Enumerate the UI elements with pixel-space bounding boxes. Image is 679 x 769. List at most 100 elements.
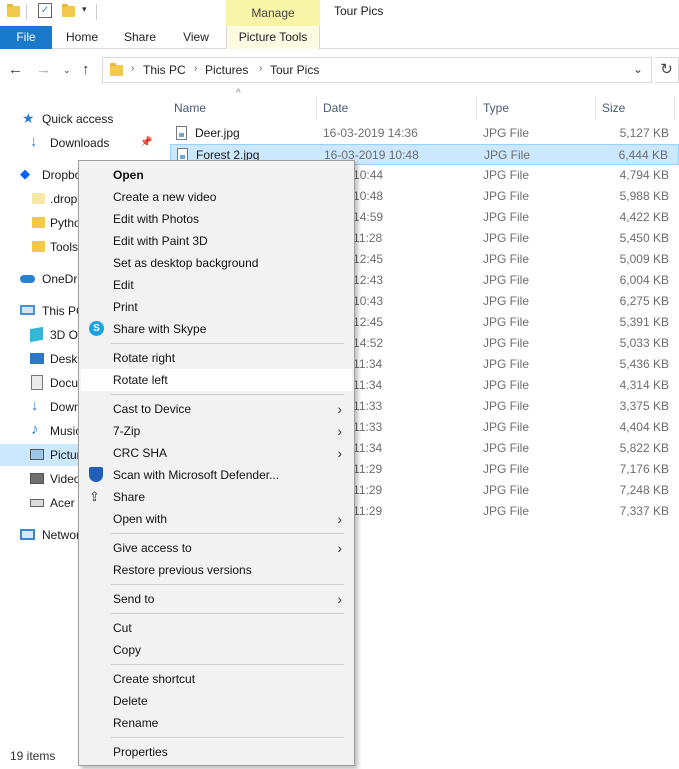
- properties-checkmark-icon[interactable]: ✓: [38, 3, 52, 18]
- tab-home[interactable]: Home: [56, 26, 108, 49]
- file-type: JPG File: [483, 231, 530, 245]
- menu-item-print[interactable]: Print: [81, 296, 352, 318]
- refresh-icon[interactable]: ↻: [655, 57, 679, 83]
- folder-icon: [110, 63, 123, 76]
- breadcrumb-tour-pics[interactable]: Tour Pics: [270, 63, 319, 77]
- nav-item-quick-access[interactable]: ★ Quick access: [0, 108, 170, 130]
- menu-item-label: Share with Skype: [113, 322, 207, 336]
- file-type: JPG File: [483, 189, 530, 203]
- download-arrow-icon: ↓: [30, 133, 38, 150]
- address-bar[interactable]: › This PC › Pictures › Tour Pics ⌄: [102, 57, 652, 83]
- column-divider[interactable]: [674, 96, 675, 120]
- column-header-date[interactable]: Date: [323, 96, 348, 120]
- menu-item-label: Delete: [113, 694, 148, 708]
- menu-item-rename[interactable]: Rename: [81, 712, 352, 734]
- menu-item-label: Send to: [113, 592, 155, 606]
- menu-item-delete[interactable]: Delete: [81, 690, 352, 712]
- menu-item-cut[interactable]: Cut: [81, 617, 352, 639]
- file-date: 16-03-2019 14:36: [323, 126, 418, 140]
- folder-icon[interactable]: [7, 4, 20, 17]
- menu-item-open-with[interactable]: Open with ›: [81, 508, 352, 530]
- tab-picture-tools[interactable]: Picture Tools: [226, 26, 320, 49]
- network-icon: [20, 529, 35, 540]
- column-divider[interactable]: [595, 96, 596, 120]
- file-name: Deer.jpg: [195, 126, 240, 140]
- navigation-bar: ← → ⌄ ↑ › This PC › Pictures › Tour Pics…: [0, 49, 679, 92]
- menu-item-label: Rotate right: [113, 351, 176, 365]
- quick-access-toolbar-separator: [26, 4, 27, 20]
- file-type: JPG File: [484, 148, 531, 162]
- column-header-type[interactable]: Type: [483, 96, 509, 120]
- file-type: JPG File: [483, 336, 530, 350]
- file-size: 5,988 KB: [619, 189, 669, 203]
- file-size: 5,127 KB: [619, 126, 669, 140]
- breadcrumb-this-pc[interactable]: This PC: [143, 63, 186, 77]
- menu-item-label: Give access to: [113, 541, 192, 555]
- menu-item-7-zip[interactable]: 7-Zip ›: [81, 420, 352, 442]
- menu-separator: [111, 533, 344, 534]
- file-row[interactable]: Deer.jpg 16-03-2019 14:36 JPG File 5,127 KB: [170, 123, 679, 144]
- tab-share[interactable]: Share: [114, 26, 166, 49]
- column-divider[interactable]: [316, 96, 317, 120]
- menu-item-set-as-desktop-background[interactable]: Set as desktop background: [81, 252, 352, 274]
- submenu-chevron-icon: ›: [337, 591, 342, 607]
- column-divider[interactable]: [476, 96, 477, 120]
- column-header-size[interactable]: Size: [602, 96, 625, 120]
- menu-item-send-to[interactable]: Send to ›: [81, 588, 352, 610]
- menu-item-edit-with-photos[interactable]: Edit with Photos: [81, 208, 352, 230]
- pin-icon[interactable]: 📌: [140, 132, 152, 154]
- up-arrow-icon[interactable]: ↑: [82, 61, 90, 79]
- address-dropdown-chevron-icon[interactable]: ⌄: [633, 62, 643, 76]
- file-size: 5,450 KB: [619, 231, 669, 245]
- menu-item-label: Edit: [113, 278, 134, 292]
- forward-arrow-icon[interactable]: →: [36, 61, 51, 79]
- menu-item-rotate-left[interactable]: Rotate left: [81, 369, 352, 391]
- menu-item-label: Restore previous versions: [113, 563, 252, 577]
- tab-view[interactable]: View: [170, 26, 222, 49]
- menu-item-label: Edit with Photos: [113, 212, 200, 226]
- file-type: JPG File: [483, 462, 530, 476]
- menu-separator: [111, 584, 344, 585]
- drive-icon: [30, 499, 44, 507]
- file-type: JPG File: [483, 273, 530, 287]
- menu-item-edit-with-paint-3d[interactable]: Edit with Paint 3D: [81, 230, 352, 252]
- folder-icon: [32, 193, 45, 204]
- menu-item-create-a-new-video[interactable]: Create a new video: [81, 186, 352, 208]
- file-type: JPG File: [483, 420, 530, 434]
- star-icon: ★: [22, 110, 35, 126]
- menu-item-cast-to-device[interactable]: Cast to Device ›: [81, 398, 352, 420]
- manage-contextual-tab[interactable]: Manage: [226, 0, 320, 26]
- file-size: 6,275 KB: [619, 294, 669, 308]
- menu-item-copy[interactable]: Copy: [81, 639, 352, 661]
- menu-item-label: Open: [113, 168, 144, 182]
- tab-file[interactable]: File: [0, 26, 52, 49]
- defender-shield-icon: [89, 467, 105, 483]
- menu-item-edit[interactable]: Edit: [81, 274, 352, 296]
- breadcrumb-pictures[interactable]: Pictures: [205, 63, 248, 77]
- submenu-chevron-icon: ›: [337, 445, 342, 461]
- column-header-name[interactable]: Name: [174, 96, 206, 120]
- new-folder-icon[interactable]: [62, 4, 75, 17]
- menu-item-scan-with-microsoft-defender[interactable]: Scan with Microsoft Defender...: [81, 464, 352, 486]
- customize-toolbar-dropdown-icon[interactable]: ▾: [82, 4, 87, 15]
- file-size: 7,176 KB: [619, 462, 669, 476]
- menu-item-share[interactable]: ⇪ Share: [81, 486, 352, 508]
- menu-item-restore-previous-versions[interactable]: Restore previous versions: [81, 559, 352, 581]
- download-arrow-icon: ↓: [31, 397, 39, 414]
- file-type: JPG File: [483, 126, 530, 140]
- menu-item-share-with-skype[interactable]: S Share with Skype: [81, 318, 352, 340]
- menu-item-crc-sha[interactable]: CRC SHA ›: [81, 442, 352, 464]
- nav-item-label: Music: [50, 424, 82, 438]
- menu-item-create-shortcut[interactable]: Create shortcut: [81, 668, 352, 690]
- menu-item-open[interactable]: Open: [81, 164, 352, 186]
- menu-item-properties[interactable]: Properties: [81, 741, 352, 763]
- cube-icon: [30, 326, 43, 343]
- nav-item-label: Downloads: [50, 136, 110, 150]
- recent-locations-chevron-icon[interactable]: ⌄: [63, 61, 71, 79]
- menu-item-give-access-to[interactable]: Give access to ›: [81, 537, 352, 559]
- jpg-file-icon: [176, 126, 187, 140]
- back-arrow-icon[interactable]: ←: [8, 61, 23, 79]
- menu-item-rotate-right[interactable]: Rotate right: [81, 347, 352, 369]
- nav-item-downloads[interactable]: ↓ Downloads 📌: [0, 132, 170, 154]
- file-size: 4,314 KB: [619, 378, 669, 392]
